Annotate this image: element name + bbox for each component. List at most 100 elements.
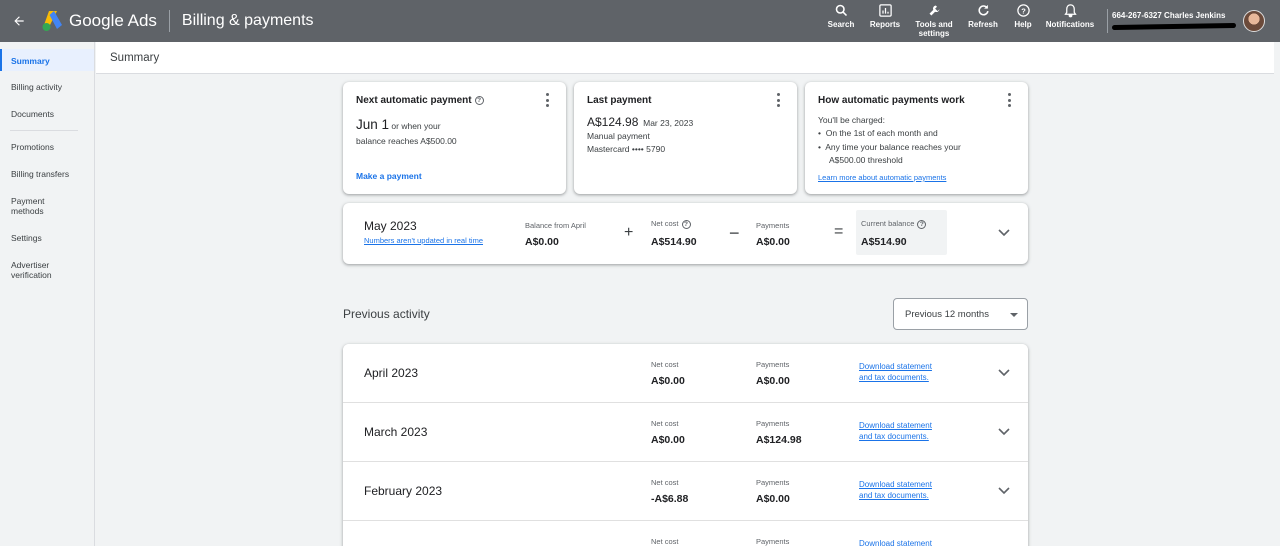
sidebar-item-billing-activity[interactable]: Billing activity <box>0 82 73 92</box>
arrow-back-icon <box>14 16 24 26</box>
bullet-item-continued: A$500.00 threshold <box>829 155 903 165</box>
balance-from-label: Balance from April <box>525 221 586 230</box>
card-title: How automatic payments work <box>818 95 965 106</box>
reports-label: Reports <box>869 20 901 29</box>
table-row[interactable]: March 2023 Net cost A$0.00 Payments A$12… <box>343 403 1028 462</box>
sidebar-item-summary[interactable]: Summary <box>0 49 94 71</box>
auto-payments-info-card: How automatic payments work You'll be ch… <box>805 82 1028 194</box>
svg-text:?: ? <box>1021 6 1026 15</box>
row-month: April 2023 <box>364 366 419 380</box>
page-header: Summary <box>96 42 1274 74</box>
last-payment-date: Mar 23, 2023 <box>643 118 694 128</box>
reports-button[interactable]: Reports <box>862 0 908 42</box>
avatar[interactable] <box>1243 10 1265 32</box>
help-circle-icon[interactable]: ? <box>917 219 927 229</box>
payments-label: Payments <box>756 360 790 369</box>
more-vert-icon[interactable] <box>776 93 780 107</box>
scrollbar[interactable] <box>1274 42 1280 546</box>
next-payment-date-line: Jun 1 or when your <box>356 117 441 132</box>
help-circle-icon[interactable]: ? <box>681 219 691 229</box>
more-vert-icon[interactable] <box>545 93 549 107</box>
last-payment-line: A$124.98 Mar 23, 2023 <box>587 115 693 129</box>
net-cost-value: A$0.00 <box>651 375 685 387</box>
payments-label: Payments <box>756 478 790 487</box>
help-circle-icon[interactable]: ? <box>474 95 484 105</box>
sidebar-item-billing-transfers[interactable]: Billing transfers <box>0 169 80 179</box>
reports-icon <box>878 4 892 17</box>
sidebar-item-settings[interactable]: Settings <box>0 233 53 243</box>
payments-value: A$0.00 <box>756 375 790 387</box>
net-cost-label: Net cost <box>651 360 679 369</box>
table-row[interactable]: February 2023 Net cost -A$6.88 Payments … <box>343 462 1028 521</box>
account-id[interactable]: 664-267-6327 Charles Jenkins <box>1112 11 1225 20</box>
help-label: Help <box>1014 20 1032 29</box>
not-realtime-note[interactable]: Numbers aren't updated in real time <box>364 236 483 245</box>
help-icon: ? <box>1016 4 1030 17</box>
sidebar-item-advertiser-verification[interactable]: Advertiser verification <box>0 260 70 280</box>
equals-sign: = <box>834 223 844 240</box>
sidebar-item-promotions[interactable]: Promotions <box>0 142 65 152</box>
next-payment-date: Jun 1 <box>356 117 390 132</box>
account-divider <box>1107 9 1108 33</box>
refresh-button[interactable]: Refresh <box>960 0 1006 42</box>
sidebar: Summary Billing activity Documents Promo… <box>0 42 95 546</box>
table-row[interactable]: Net cost Payments Download statement <box>343 521 1028 546</box>
sidebar-item-payment-methods[interactable]: Payment methods <box>0 196 70 216</box>
bell-icon <box>1063 4 1077 18</box>
payment-card: Mastercard •••• 5790 <box>587 144 666 154</box>
refresh-label: Refresh <box>968 20 998 29</box>
previous-activity-title: Previous activity <box>343 307 430 321</box>
download-statement-link[interactable]: Download statement and tax documents. <box>859 362 932 383</box>
make-payment-link[interactable]: Make a payment <box>356 171 422 181</box>
help-button[interactable]: ? Help <box>1006 0 1040 42</box>
net-cost-label: Net cost <box>651 537 679 546</box>
chevron-down-icon[interactable] <box>998 229 1010 237</box>
next-payment-card: Next automatic payment? Jun 1 or when yo… <box>343 82 566 194</box>
download-statement-link[interactable]: Download statement and tax documents. <box>859 480 932 501</box>
search-button[interactable]: Search <box>820 0 862 42</box>
learn-more-link[interactable]: Learn more about automatic payments <box>818 173 946 182</box>
sidebar-item-documents[interactable]: Documents <box>0 109 65 119</box>
payments-label: Payments <box>756 221 790 230</box>
payments-value: A$0.00 <box>756 493 790 505</box>
payments-label: Payments <box>756 419 790 428</box>
date-range-select[interactable]: Previous 12 months <box>893 298 1028 330</box>
card-title: Last payment <box>587 95 652 106</box>
refresh-icon <box>977 4 989 16</box>
section-title: Billing & payments <box>181 12 314 29</box>
download-statement-link[interactable]: Download statement and tax documents. <box>859 421 932 442</box>
card-title: Next automatic payment? <box>356 95 484 106</box>
current-month-card: May 2023 Numbers aren't updated in real … <box>343 203 1028 264</box>
table-row[interactable]: April 2023 Net cost A$0.00 Payments A$0.… <box>343 344 1028 403</box>
row-month: March 2023 <box>364 425 428 439</box>
current-balance-value: A$514.90 <box>861 236 907 248</box>
payments-value: A$0.00 <box>756 236 790 248</box>
wrench-icon <box>929 5 939 16</box>
net-cost-value: -A$6.88 <box>651 493 689 505</box>
toolbar: Search Reports Tools and settings Refres… <box>820 0 1100 42</box>
payments-label: Payments <box>756 537 790 546</box>
more-vert-icon[interactable] <box>1007 93 1011 107</box>
bullet-item: • Any time your balance reaches your <box>818 142 961 152</box>
chevron-down-icon[interactable] <box>998 428 1010 436</box>
header-divider <box>168 10 170 32</box>
balance-from-value: A$0.00 <box>525 236 559 248</box>
net-cost-value: A$514.90 <box>651 236 697 248</box>
current-month-title: May 2023 <box>364 219 417 233</box>
net-cost-label: Net cost <box>651 419 679 428</box>
chevron-down-icon[interactable] <box>998 369 1010 377</box>
net-cost-label: Net cost <box>651 478 679 487</box>
redacted-email <box>1111 22 1237 31</box>
notifications-button[interactable]: Notifications <box>1040 0 1100 42</box>
notifications-label: Notifications <box>1045 20 1095 29</box>
chevron-down-icon[interactable] <box>998 487 1010 495</box>
next-payment-threshold: balance reaches A$500.00 <box>356 136 457 146</box>
download-statement-link[interactable]: Download statement <box>859 539 932 546</box>
minus-sign: − <box>729 223 740 243</box>
payments-value: A$124.98 <box>756 434 802 446</box>
row-month: February 2023 <box>364 484 443 498</box>
tools-settings-button[interactable]: Tools and settings <box>908 0 960 42</box>
back-button[interactable] <box>0 0 38 42</box>
tools-settings-label: Tools and settings <box>915 20 953 38</box>
current-balance-box: Current balance? A$514.90 <box>856 210 947 255</box>
